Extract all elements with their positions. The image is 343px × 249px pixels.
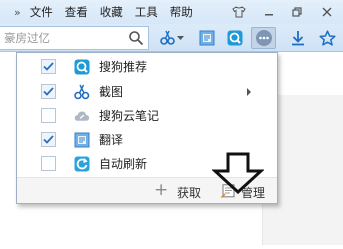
- menu-item-label: 搜狗推荐: [99, 60, 148, 74]
- skin-shirt-icon[interactable]: [230, 3, 248, 21]
- search-input[interactable]: [0, 27, 122, 49]
- menu-file[interactable]: 文件: [30, 4, 53, 20]
- checkbox-sogou-recommend[interactable]: [41, 59, 56, 74]
- close-icon[interactable]: [318, 3, 336, 21]
- download-icon[interactable]: [287, 27, 309, 49]
- restore-icon[interactable]: [288, 3, 306, 21]
- scissors-icon: [74, 84, 90, 100]
- menu-view[interactable]: 查看: [65, 4, 88, 20]
- checkbox-translate[interactable]: [41, 132, 56, 147]
- submenu-arrow-icon: [247, 87, 251, 96]
- menu-item-screenshot[interactable]: 截图: [17, 80, 277, 103]
- menu-item-label: 自动刷新: [99, 157, 148, 171]
- search-box: [0, 26, 149, 50]
- menu-item-label: 截图: [99, 85, 124, 99]
- favorite-star-icon[interactable]: [316, 27, 338, 49]
- translate-toolbar-icon[interactable]: [196, 27, 218, 49]
- translate-icon: [74, 132, 90, 148]
- plus-icon[interactable]: +: [154, 181, 168, 199]
- menu-bar: » 文件 查看 收藏 工具 帮助: [0, 0, 343, 24]
- minimize-icon[interactable]: [260, 3, 278, 21]
- annotation-arrow-icon: [211, 152, 265, 197]
- screenshot-dropdown-chevron-icon[interactable]: [176, 27, 184, 49]
- menu-item-cloud-note[interactable]: 搜狗云笔记: [17, 104, 277, 127]
- more-options-icon[interactable]: [251, 27, 276, 49]
- menu-favorites[interactable]: 收藏: [100, 4, 123, 20]
- sogou-recommend-toolbar-icon[interactable]: [224, 27, 246, 49]
- menu-help[interactable]: 帮助: [170, 4, 193, 20]
- menu-item-sogou-recommend[interactable]: 搜狗推荐: [17, 55, 277, 78]
- cloud-note-icon: [74, 108, 90, 124]
- checkbox-cloud-note[interactable]: [41, 108, 56, 123]
- search-icon[interactable]: [128, 30, 144, 49]
- menu-item-label: 翻译: [99, 133, 124, 147]
- get-button[interactable]: 获取: [177, 184, 201, 201]
- menu-tools[interactable]: 工具: [135, 4, 158, 20]
- menu-overflow-chevron[interactable]: »: [14, 6, 21, 19]
- checkbox-screenshot[interactable]: [41, 84, 56, 99]
- sogou-recommend-icon: [74, 59, 90, 75]
- toolbar: [0, 24, 343, 52]
- menu-item-translate[interactable]: 翻译: [17, 128, 277, 151]
- checkbox-auto-refresh[interactable]: [41, 156, 56, 171]
- auto-refresh-icon: [74, 156, 90, 172]
- menu-item-label: 搜狗云笔记: [99, 109, 160, 123]
